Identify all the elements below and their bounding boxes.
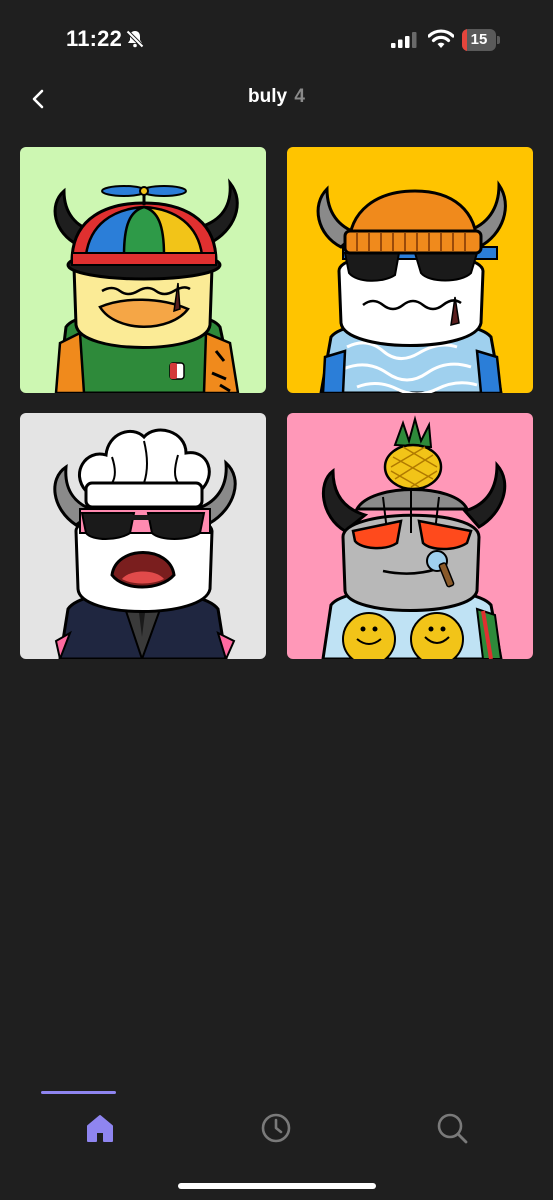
nft-card-1[interactable] xyxy=(20,147,266,393)
item-count: 4 xyxy=(294,86,305,107)
search-icon xyxy=(437,1113,468,1144)
tab-history[interactable] xyxy=(256,1108,296,1148)
active-tab-indicator xyxy=(41,1091,116,1094)
nft-image-propeller-bull xyxy=(20,147,266,393)
page-title: buly 4 xyxy=(0,86,553,108)
nft-image-beanie-bull xyxy=(287,147,533,393)
nft-image-pineapple-bull xyxy=(287,413,533,659)
clock-icon xyxy=(261,1113,291,1143)
tab-search[interactable] xyxy=(432,1108,472,1148)
nft-card-2[interactable] xyxy=(287,147,533,393)
battery-level: 15 xyxy=(470,31,488,48)
battery-indicator: 15 xyxy=(462,29,500,51)
nft-card-3[interactable] xyxy=(20,413,266,659)
wifi-icon xyxy=(428,29,454,48)
bell-slash-icon xyxy=(126,30,144,48)
status-time: 11:22 xyxy=(66,26,123,51)
collection-name: buly xyxy=(248,86,288,107)
tab-home[interactable] xyxy=(80,1108,120,1148)
nft-image-chef-bull xyxy=(20,413,266,659)
home-icon xyxy=(87,1115,113,1142)
home-indicator xyxy=(178,1183,376,1189)
nft-card-4[interactable] xyxy=(287,413,533,659)
cellular-signal-icon xyxy=(391,32,417,48)
status-bar: 11:22 15 xyxy=(0,0,553,80)
